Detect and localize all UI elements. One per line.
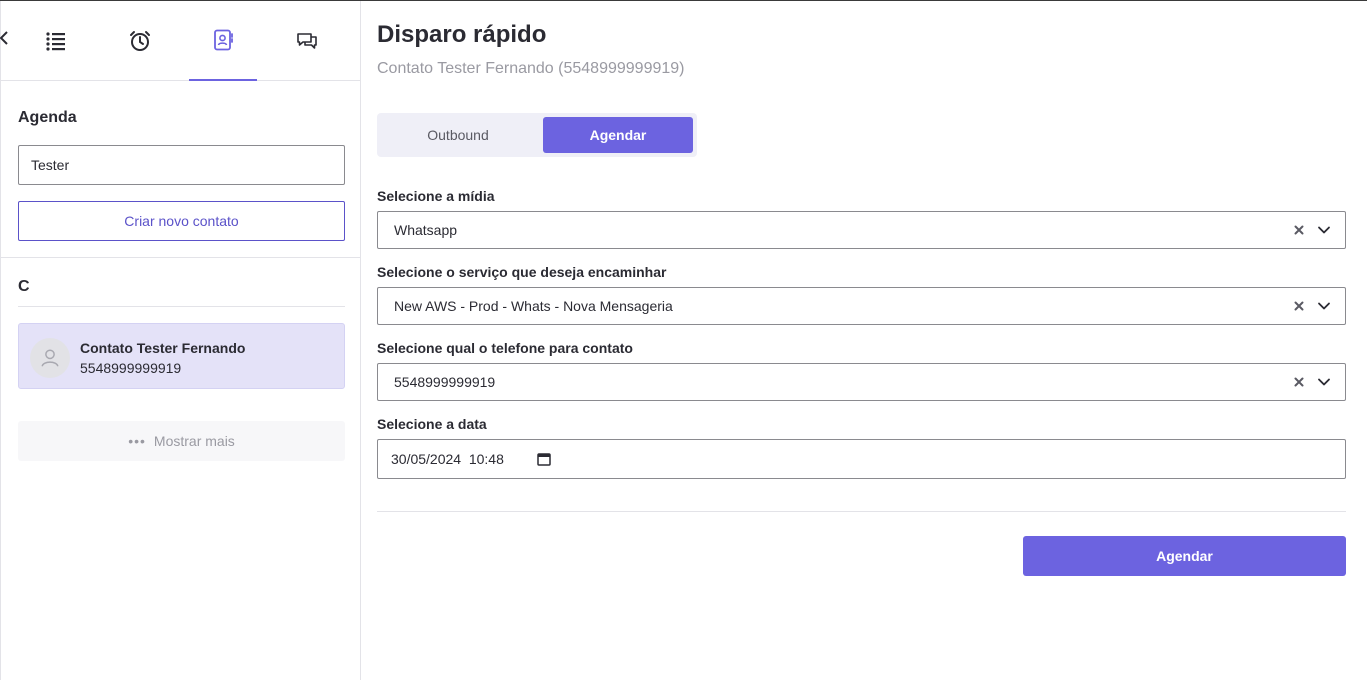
media-label: Selecione a mídia	[377, 188, 495, 204]
divider	[18, 306, 345, 307]
tab-list[interactable]	[22, 1, 90, 81]
alarm-clock-icon	[130, 31, 150, 51]
sidebar: Agenda Criar novo contato C Contato Test…	[0, 1, 361, 680]
calendar-icon[interactable]	[537, 452, 551, 466]
user-icon	[41, 349, 59, 367]
sidebar-tabs	[1, 1, 361, 81]
divider	[377, 511, 1346, 512]
media-select[interactable]: Whatsapp	[377, 211, 1346, 249]
phone-select-value: 5548999999919	[394, 374, 496, 390]
phone-label: Selecione qual o telefone para contato	[377, 340, 633, 356]
main-panel: Disparo rápido Contato Tester Fernando (…	[361, 1, 1367, 680]
date-input[interactable]: 30/05/2024 10:48	[377, 439, 1346, 479]
chat-bubbles-icon	[297, 33, 317, 49]
page-title: Disparo rápido	[377, 21, 547, 48]
ellipsis-icon: •••	[128, 433, 146, 449]
phone-select[interactable]: 5548999999919	[377, 363, 1346, 401]
contact-phone: 5548999999919	[80, 360, 182, 376]
agenda-title: Agenda	[18, 109, 77, 126]
service-select-value: New AWS - Prod - Whats - Nova Mensageria	[394, 298, 673, 314]
tab-alarm[interactable]	[106, 1, 174, 81]
media-select-value: Whatsapp	[394, 222, 458, 238]
contact-list-item[interactable]: Contato Tester Fernando 5548999999919	[18, 323, 345, 389]
contact-search-input[interactable]	[18, 145, 345, 185]
divider	[1, 257, 361, 258]
clear-icon[interactable]	[1292, 375, 1306, 389]
chevron-down-icon[interactable]	[1317, 223, 1331, 237]
date-label: Selecione a data	[377, 416, 487, 432]
avatar	[30, 338, 70, 378]
tab-contacts[interactable]	[189, 1, 257, 81]
page-subtitle: Contato Tester Fernando (5548999999919)	[377, 60, 685, 77]
show-more-label: Mostrar mais	[153, 433, 235, 449]
show-more-button[interactable]: ••• Mostrar mais	[18, 421, 345, 461]
create-contact-button[interactable]: Criar novo contato	[18, 201, 345, 241]
contact-group-letter: C	[18, 278, 30, 295]
segment-agendar[interactable]: Agendar	[543, 117, 693, 153]
contact-book-icon	[214, 29, 233, 51]
segment-outbound[interactable]: Outbound	[381, 117, 535, 153]
contact-name: Contato Tester Fernando	[80, 340, 246, 356]
schedule-submit-button[interactable]: Agendar	[1023, 536, 1346, 576]
tab-chat[interactable]	[273, 1, 341, 81]
clear-icon[interactable]	[1292, 223, 1306, 237]
mode-toggle: Outbound Agendar	[377, 113, 697, 157]
service-select[interactable]: New AWS - Prod - Whats - Nova Mensageria	[377, 287, 1346, 325]
chevron-down-icon[interactable]	[1317, 299, 1331, 313]
service-label: Selecione o serviço que deseja encaminha…	[377, 264, 667, 280]
list-icon	[46, 32, 65, 51]
clear-icon[interactable]	[1292, 299, 1306, 313]
date-input-value: 30/05/2024 10:48	[391, 451, 504, 467]
chevron-down-icon[interactable]	[1317, 375, 1331, 389]
